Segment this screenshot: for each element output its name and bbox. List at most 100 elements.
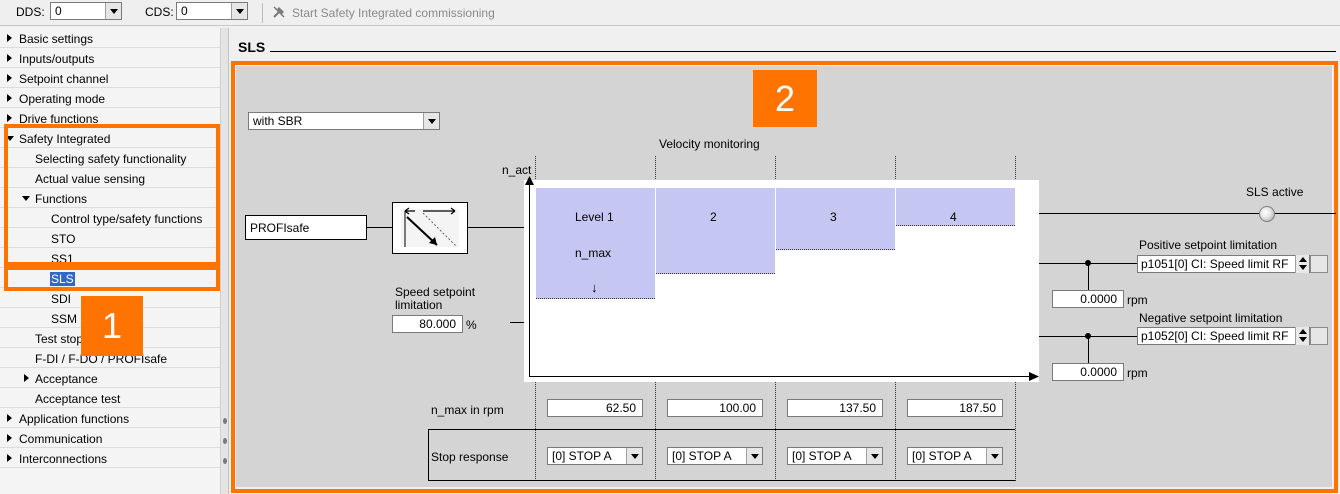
percent-unit: % (466, 318, 477, 332)
tree-item-operating-mode[interactable]: Operating mode (0, 88, 220, 108)
expand-arrow-icon[interactable] (7, 414, 12, 422)
speed-setpoint-label: Speed setpoint limitation (395, 285, 476, 312)
n-max-level-2-value: 100.00 (719, 401, 756, 415)
tree-item-label: Acceptance (35, 372, 98, 386)
splitter-grip-icon (223, 418, 227, 424)
wrench-hammer-icon (273, 6, 285, 18)
profisafe-box: PROFIsafe (245, 215, 367, 240)
stop-response-level-2-select[interactable]: [0] STOP A (667, 447, 763, 465)
cds-value: 0 (181, 4, 188, 18)
chevron-down-icon[interactable] (866, 448, 882, 464)
cds-label: CDS: (145, 5, 174, 19)
stop-response-level-3-select[interactable]: [0] STOP A (787, 447, 883, 465)
chevron-down-icon[interactable] (746, 448, 762, 464)
splitter-grip-icon (223, 438, 227, 444)
negative-value: 0.0000 (1080, 365, 1117, 379)
expand-arrow-icon[interactable] (7, 114, 12, 122)
level-2-band (656, 188, 775, 274)
highlight-sls (4, 266, 220, 291)
spin-icon[interactable] (1295, 255, 1309, 273)
tree-item-communication[interactable]: Communication (0, 428, 220, 448)
sls-mode-value: with SBR (253, 114, 303, 128)
tree-item-label: Application functions (19, 412, 130, 426)
dds-value: 0 (55, 4, 62, 18)
tree-item-interconnections[interactable]: Interconnections (0, 448, 220, 468)
sls-active-label: SLS active (1246, 185, 1304, 199)
panel-splitter[interactable] (221, 28, 229, 494)
stop-response-level-1-select[interactable]: [0] STOP A (547, 447, 643, 465)
negative-param-select[interactable]: p1052[0] CI: Speed limit RF (1137, 327, 1310, 345)
ramp-function-block (392, 202, 468, 254)
badge-two: 2 (753, 70, 817, 127)
expand-arrow-icon[interactable] (7, 34, 12, 42)
stop-response-level-4-value: [0] STOP A (912, 449, 972, 463)
tree-item-label: Test stop (35, 332, 84, 346)
stop-response-level-3-value: [0] STOP A (792, 449, 852, 463)
tree-item-setpoint-channel[interactable]: Setpoint channel (0, 68, 220, 88)
n-max-level-4-input[interactable]: 187.50 (907, 399, 1003, 417)
dds-select[interactable]: 0 (50, 2, 122, 20)
table-left (428, 429, 429, 481)
n-max-level-2-input[interactable]: 100.00 (667, 399, 763, 417)
n-max-level-1-value: 62.50 (605, 401, 636, 415)
tree-item-acceptance-test[interactable]: Acceptance test (0, 388, 220, 408)
tree-item-label: Interconnections (19, 452, 108, 466)
tree-item-acceptance[interactable]: Acceptance (0, 368, 220, 388)
expand-arrow-icon[interactable] (7, 74, 12, 82)
sls-active-line (1039, 213, 1336, 214)
start-commissioning-button[interactable]: Start Safety Integrated commissioning (272, 5, 495, 20)
level-1-label: Level 1 (575, 210, 614, 224)
chevron-down-icon[interactable] (231, 3, 247, 19)
badge-one: 1 (81, 296, 143, 356)
splitter-grip-icon (223, 458, 227, 464)
profisafe-label: PROFIsafe (250, 221, 310, 235)
negative-param-button[interactable] (1310, 327, 1328, 345)
tree-item-application-functions[interactable]: Application functions (0, 408, 220, 428)
level-3-label: 3 (830, 210, 837, 224)
stop-response-level-2-value: [0] STOP A (672, 449, 732, 463)
stop-response-level-4-select[interactable]: [0] STOP A (907, 447, 1003, 465)
chevron-down-icon[interactable] (423, 113, 439, 129)
velocity-monitoring-label: Velocity monitoring (659, 137, 760, 151)
positive-param-button[interactable] (1310, 255, 1328, 273)
n-max-rpm-label: n_max in rpm (431, 403, 504, 417)
speed-setpoint-input[interactable]: 80.000 (392, 315, 463, 333)
positive-value: 0.0000 (1080, 292, 1117, 306)
n-max-level-4-value: 187.50 (959, 401, 996, 415)
table-bottom (428, 480, 1015, 481)
stop-response-label: Stop response (431, 450, 509, 464)
tree-item-label: Inputs/outputs (19, 52, 95, 66)
n-act-label: n_act (502, 163, 532, 177)
chevron-down-icon[interactable] (626, 448, 642, 464)
expand-arrow-icon[interactable] (24, 374, 29, 382)
tree-item-label: Communication (19, 432, 103, 446)
expand-arrow-icon[interactable] (7, 454, 12, 462)
expand-arrow-icon[interactable] (7, 94, 12, 102)
chevron-down-icon[interactable] (986, 448, 1002, 464)
tree-item-inputs-outputs[interactable]: Inputs/outputs (0, 48, 220, 68)
y-axis (529, 180, 530, 377)
dds-label: DDS: (16, 5, 45, 19)
n-max-label: n_max (575, 246, 612, 260)
highlight-safety-integrated (4, 124, 220, 266)
tree-item-label: Setpoint channel (19, 72, 109, 86)
sls-mode-select[interactable]: with SBR (248, 112, 440, 130)
spin-icon[interactable] (1295, 327, 1309, 345)
chevron-down-icon[interactable] (105, 3, 121, 19)
x-axis (529, 376, 1032, 377)
expand-arrow-icon[interactable] (7, 54, 12, 62)
connector-line (367, 227, 392, 228)
positive-param-select[interactable]: p1051[0] CI: Speed limit RF (1137, 255, 1310, 273)
positive-value-field: 0.0000 (1052, 290, 1124, 308)
n-max-level-3-input[interactable]: 137.50 (787, 399, 883, 417)
expand-arrow-icon[interactable] (7, 434, 12, 442)
toolbar: DDS: 0 CDS: 0 Start Safety Integrated co… (0, 0, 1340, 26)
tree-item-basic-settings[interactable]: Basic settings (0, 28, 220, 48)
table-divider (428, 429, 1015, 430)
tree-item-label: SDI (51, 292, 72, 306)
tree-item-label: Basic settings (19, 32, 94, 46)
level-4-label: 4 (950, 210, 957, 224)
n-max-level-1-input[interactable]: 62.50 (547, 399, 643, 417)
cds-select[interactable]: 0 (176, 2, 248, 20)
tree-item-label: Acceptance test (35, 392, 121, 406)
